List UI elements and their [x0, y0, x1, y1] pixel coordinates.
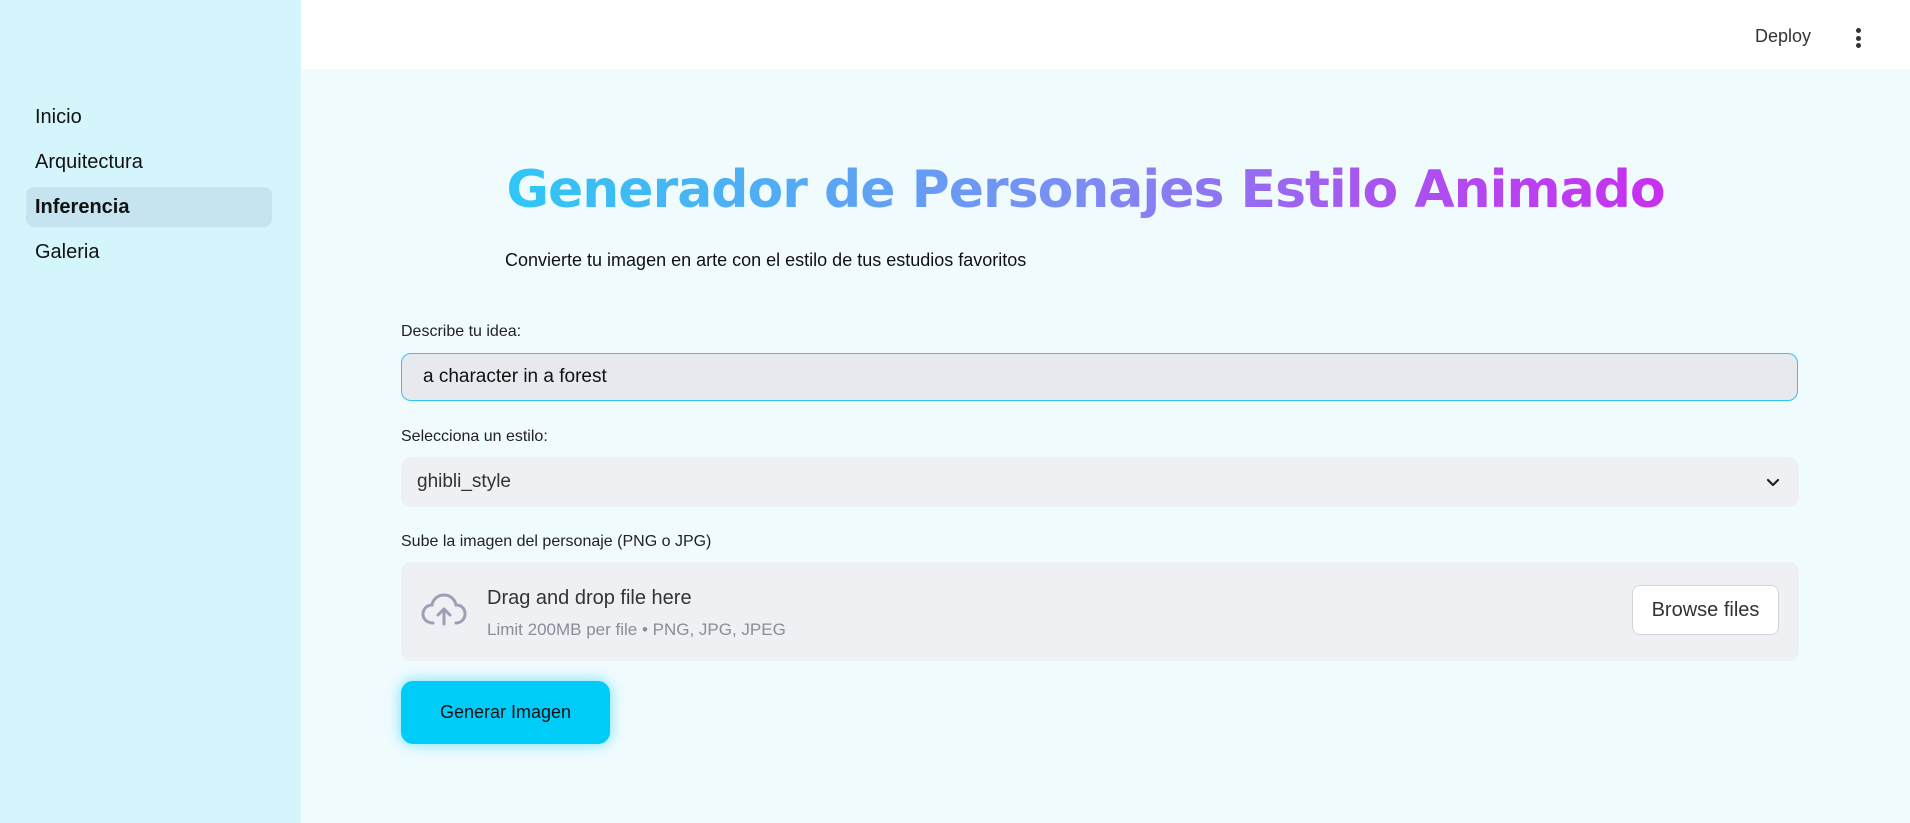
deploy-button[interactable]: Deploy: [1755, 26, 1811, 47]
idea-input[interactable]: a character in a forest: [401, 353, 1798, 401]
sidebar-nav: Inicio Arquitectura Inferencia Galeria: [26, 97, 272, 277]
file-dropzone[interactable]: Drag and drop file here Limit 200MB per …: [401, 562, 1799, 661]
generate-image-button[interactable]: Generar Imagen: [401, 681, 610, 744]
kebab-menu-icon[interactable]: [1852, 28, 1864, 50]
sidebar-item-galeria[interactable]: Galeria: [26, 232, 272, 272]
sidebar: Inicio Arquitectura Inferencia Galeria: [0, 0, 301, 823]
header-bar: [301, 0, 1910, 69]
sidebar-item-inferencia[interactable]: Inferencia: [26, 187, 272, 227]
sidebar-item-arquitectura[interactable]: Arquitectura: [26, 142, 272, 182]
dropzone-title: Drag and drop file here: [487, 587, 692, 609]
upload-label: Sube la imagen del personaje (PNG o JPG): [401, 533, 712, 550]
idea-label: Describe tu idea:: [401, 323, 522, 340]
cloud-upload-icon: [421, 593, 467, 626]
page-title-text: Generador de Personajes Estilo Animado: [506, 160, 1665, 220]
browse-files-button[interactable]: Browse files: [1632, 585, 1779, 635]
style-select[interactable]: ghibli_style: [401, 457, 1799, 507]
chevron-down-icon: [1766, 478, 1780, 487]
dropzone-limits: Limit 200MB per file • PNG, JPG, JPEG: [487, 620, 786, 639]
page-subtitle: Convierte tu imagen en arte con el estil…: [505, 250, 1027, 270]
style-selected-value: ghibli_style: [417, 471, 511, 492]
page-title: Generador de Personajes Estilo Animado: [301, 160, 1870, 220]
style-label: Selecciona un estilo:: [401, 428, 548, 445]
sidebar-item-inicio[interactable]: Inicio: [26, 97, 272, 137]
